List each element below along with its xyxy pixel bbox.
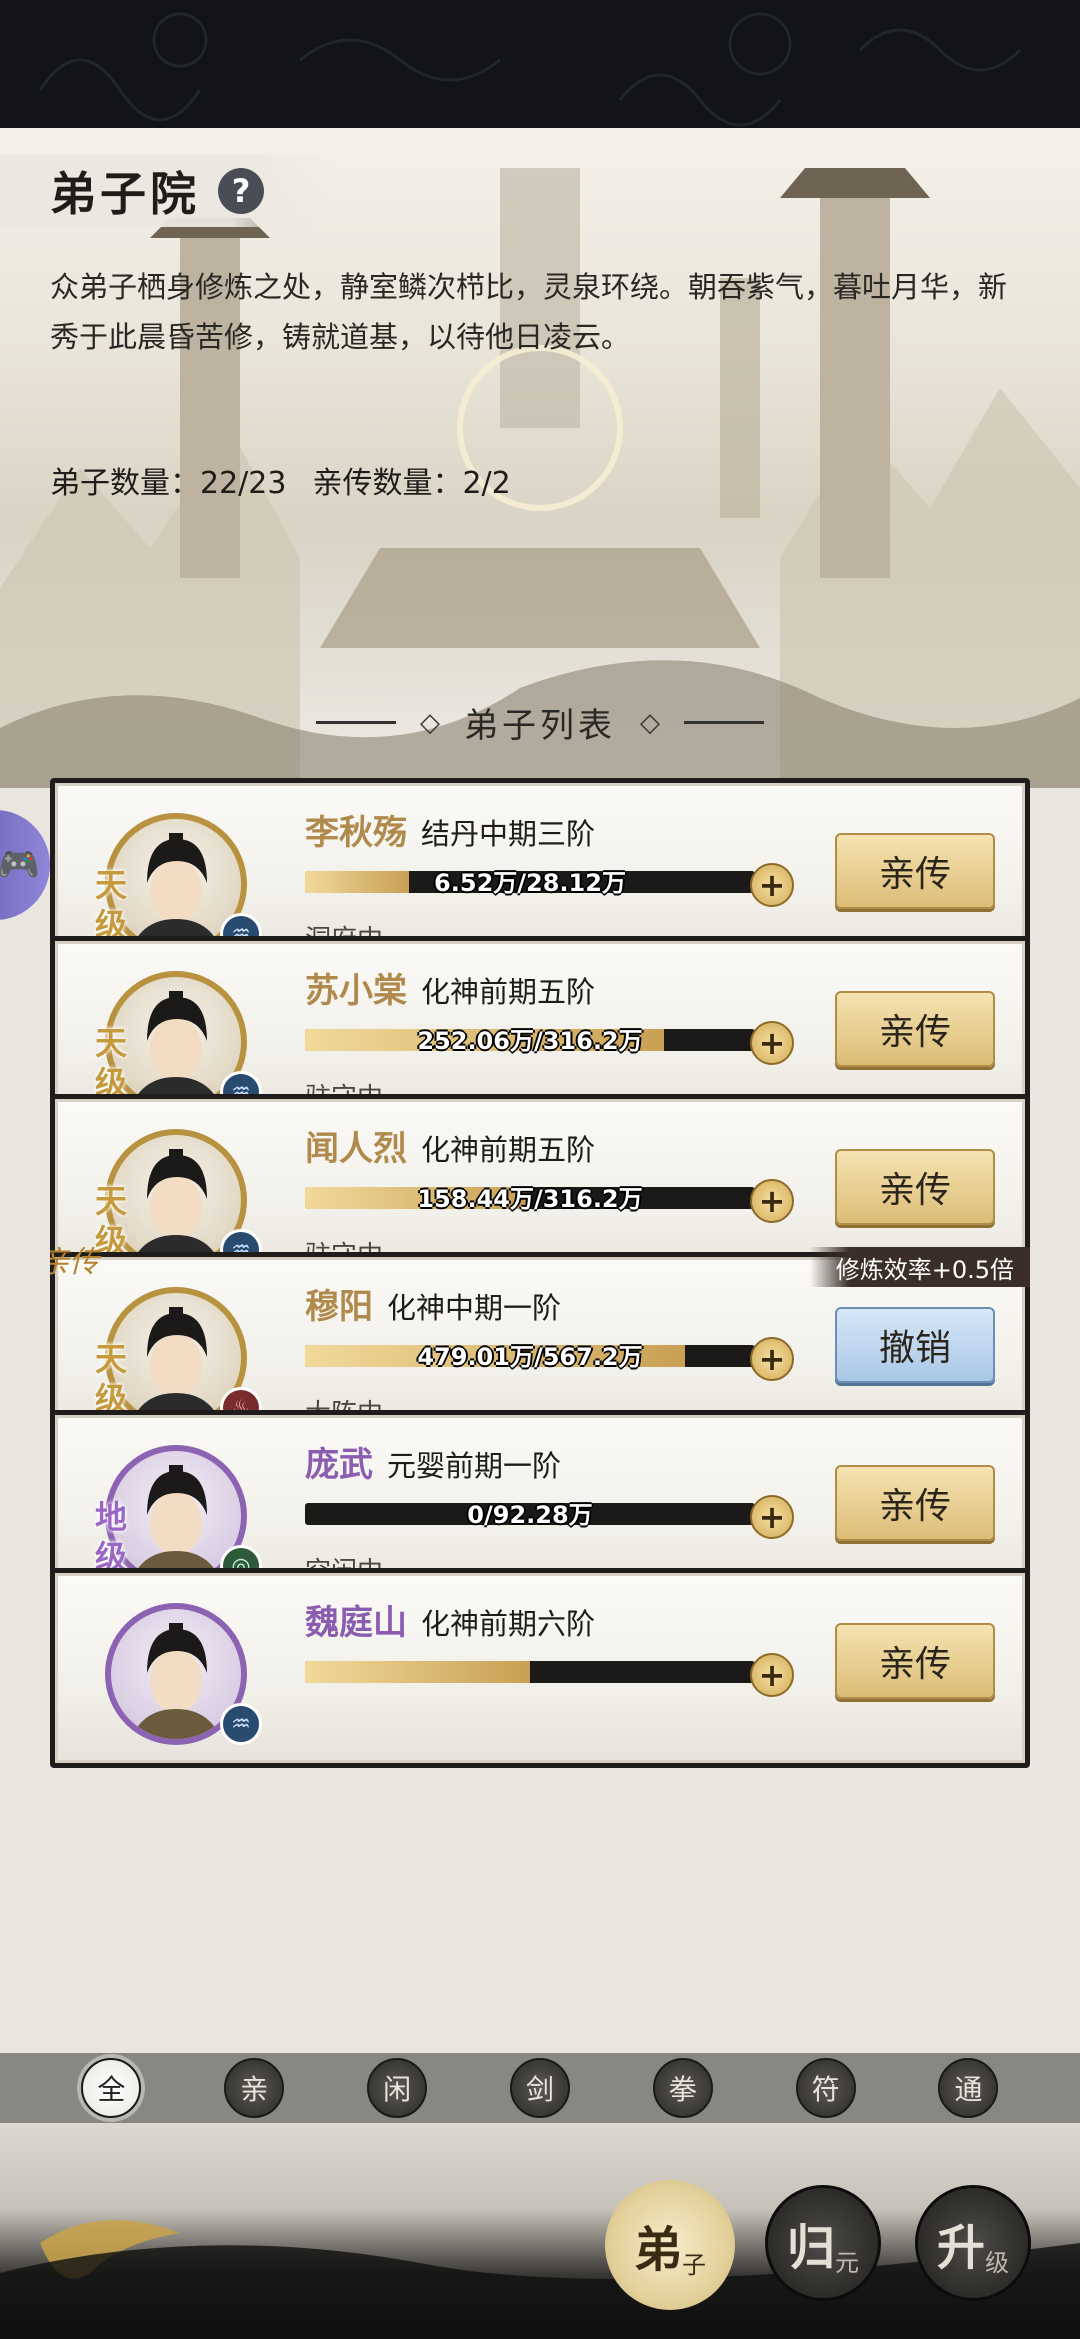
disciple-card[interactable]: ♒ 魏庭山 化神前期六阶 + 亲传 <box>50 1568 1030 1768</box>
nav-disciple-char2: 子 <box>682 2250 706 2279</box>
add-cultivation-button[interactable]: + <box>750 1179 794 1223</box>
make-close-disciple-button[interactable]: 亲传 <box>835 1465 995 1541</box>
cultivation-realm: 元婴前期一阶 <box>387 1449 562 1483</box>
disciple-name: 穆阳 <box>305 1287 373 1327</box>
make-close-disciple-button[interactable]: 亲传 <box>835 1623 995 1699</box>
efficiency-badge: 修炼效率+0.5倍 <box>809 1247 1030 1287</box>
progress-text: 158.44万/316.2万 <box>417 1185 643 1213</box>
filter-bar: 全亲闲剑拳符通 <box>0 2053 1080 2123</box>
cultivation-realm: 化神前期六阶 <box>421 1607 596 1641</box>
close-disciple-tag: 亲传 <box>50 1245 99 1280</box>
ornament-right-icon: ◇ <box>640 707 660 738</box>
filter-button[interactable]: 符 <box>795 2058 856 2118</box>
revoke-button[interactable]: 撤销 <box>835 1307 995 1383</box>
disciple-name: 庞武 <box>305 1445 373 1485</box>
filter-button[interactable]: 亲 <box>224 2058 285 2118</box>
nav-upgrade-char: 升 <box>936 2220 985 2276</box>
page-title: 弟子院 <box>50 167 200 221</box>
disciple-name: 苏小棠 <box>305 971 407 1011</box>
filter-button[interactable]: 拳 <box>652 2058 713 2118</box>
grade-label: 天级 <box>95 1340 128 1418</box>
make-close-disciple-button[interactable]: 亲传 <box>835 1149 995 1225</box>
nav-disciple-button[interactable]: 弟 子 <box>605 2180 735 2310</box>
progress-text: 252.06万/316.2万 <box>417 1027 643 1055</box>
water-icon: ♒ <box>220 1703 262 1745</box>
make-close-disciple-button[interactable]: 亲传 <box>835 991 995 1067</box>
gamepad-icon[interactable]: 🎮 <box>0 810 50 920</box>
disciple-name: 李秋殇 <box>305 813 407 853</box>
add-cultivation-button[interactable]: + <box>750 863 794 907</box>
disciple-name: 魏庭山 <box>305 1603 407 1643</box>
cultivation-realm: 结丹中期三阶 <box>421 817 596 851</box>
make-close-disciple-button[interactable]: 亲传 <box>835 833 995 909</box>
nav-return-char: 归 <box>786 2220 835 2276</box>
cultivation-realm: 化神前期五阶 <box>421 1133 596 1167</box>
filter-button[interactable]: 全 <box>81 2058 142 2118</box>
divider-left <box>316 721 396 724</box>
grade-label: 天级 <box>95 1024 128 1102</box>
page-title-bar: 弟子院 ? <box>0 155 330 227</box>
grade-label: 天级 <box>95 866 128 944</box>
divider-right <box>684 721 764 724</box>
cultivation-progress-bar <box>305 1661 755 1683</box>
count-row: 弟子数量：22/23 亲传数量：2/2 <box>50 458 511 502</box>
nav-disciple-char: 弟 <box>633 2222 682 2278</box>
filter-button[interactable]: 剑 <box>509 2058 570 2118</box>
cultivation-realm: 化神前期五阶 <box>421 975 596 1009</box>
filter-button[interactable]: 通 <box>938 2058 999 2118</box>
grade-label: 天级 <box>95 1182 128 1260</box>
nav-upgrade-button[interactable]: 升 级 <box>915 2185 1031 2301</box>
progress-text: 479.01万/567.2万 <box>417 1343 643 1371</box>
add-cultivation-button[interactable]: + <box>750 1021 794 1065</box>
list-heading: ◇ 弟子列表 ◇ <box>0 698 1080 747</box>
progress-fill <box>305 1661 530 1683</box>
progress-text: 6.52万/28.12万 <box>434 869 626 897</box>
nav-return-button[interactable]: 归 元 <box>765 2185 881 2301</box>
add-cultivation-button[interactable]: + <box>750 1337 794 1381</box>
cultivation-realm: 化神中期一阶 <box>387 1291 562 1325</box>
nav-return-char2: 元 <box>835 2248 859 2277</box>
add-cultivation-button[interactable]: + <box>750 1653 794 1697</box>
disciple-name: 闻人烈 <box>305 1129 407 1169</box>
grade-label: 地级 <box>95 1498 128 1576</box>
filter-button[interactable]: 闲 <box>367 2058 428 2118</box>
disciple-list[interactable]: 天级 ♒ 李秋殇 结丹中期三阶 6.52万/28.12万 + 洞府中... 亲传… <box>50 778 1030 2053</box>
description-text: 众弟子栖身修炼之处，静室鳞次栉比，灵泉环绕。朝吞紫气，暮吐月华，新秀于此晨昏苦修… <box>50 270 1008 354</box>
list-title: 弟子列表 <box>464 706 616 746</box>
top-status-area <box>0 0 1080 128</box>
ornament-left-icon: ◇ <box>420 707 440 738</box>
close-disciple-count: 亲传数量：2/2 <box>312 466 511 501</box>
help-icon[interactable]: ? <box>218 168 264 214</box>
disciple-count: 弟子数量：22/23 <box>50 466 287 501</box>
nav-upgrade-char2: 级 <box>985 2248 1009 2277</box>
progress-text: 0/92.28万 <box>467 1501 593 1529</box>
add-cultivation-button[interactable]: + <box>750 1495 794 1539</box>
